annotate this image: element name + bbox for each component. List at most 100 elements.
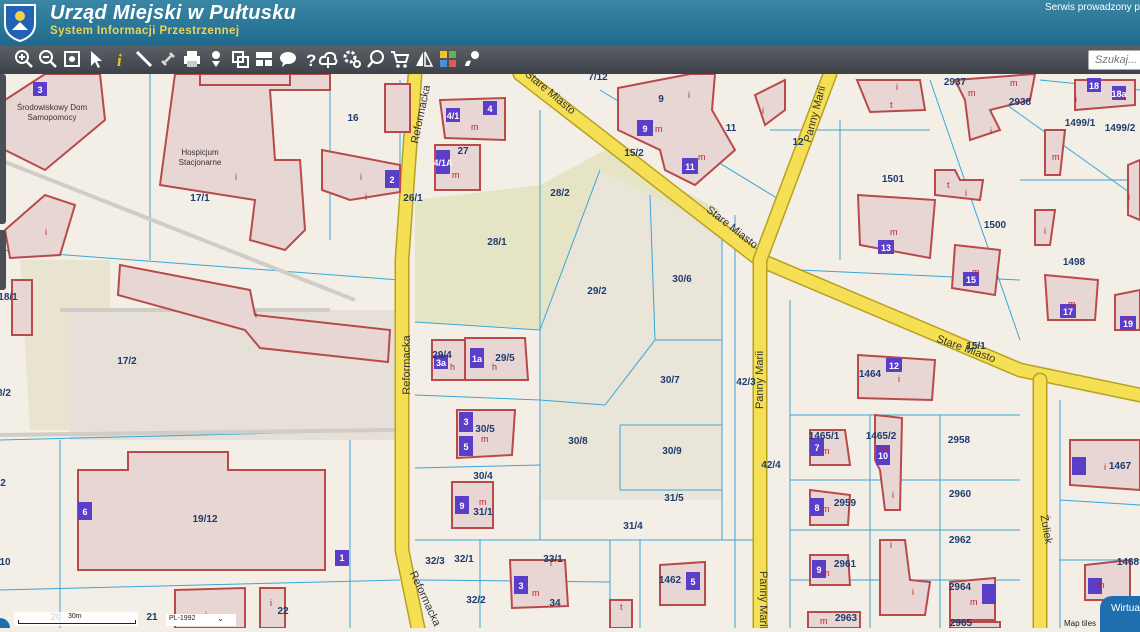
parcel-label: 2938 — [1009, 97, 1032, 108]
svg-text:i: i — [117, 51, 122, 69]
parcel-label: 34 — [549, 598, 561, 609]
svg-text:m: m — [698, 152, 706, 162]
cadastral-map[interactable]: ii ii mmi h hm mmi mmi mmm mmi mit iit i mi… — [0, 74, 1140, 628]
svg-text:i: i — [1044, 226, 1046, 236]
parcel-label: 22 — [277, 606, 289, 617]
parcel-label: 30/7 — [660, 375, 680, 386]
parcel-label: 2964 — [949, 582, 972, 593]
building-number-label: 10 — [878, 451, 888, 461]
svg-text:m: m — [822, 504, 830, 514]
parcel-label: 2961 — [834, 559, 857, 570]
parcel-label: 1468 — [1117, 557, 1140, 568]
parcel-label: 1498 — [1063, 257, 1086, 268]
parcel-label: 32/3 — [425, 556, 445, 567]
building-number-label: 11 — [685, 162, 695, 172]
parcel-label: 30/8 — [568, 436, 588, 447]
parcel-label: 29/4 — [432, 350, 452, 361]
parcel-label: 2959 — [834, 498, 857, 509]
parcel-label: 1462 — [659, 575, 682, 586]
side-panel-tab-2[interactable] — [0, 230, 6, 290]
link-icon[interactable] — [158, 49, 178, 71]
place-label: Stacjonarne — [179, 158, 222, 167]
comment-icon[interactable] — [278, 49, 298, 71]
coat-of-arms-logo — [2, 2, 38, 43]
scale-line — [18, 620, 136, 624]
building-number-label: 6 — [82, 507, 87, 517]
parcel-label: 1501 — [882, 174, 905, 185]
chevron-down-icon: ⌄ — [217, 614, 224, 623]
building-number-label: 5 — [690, 577, 695, 587]
zoom-in-icon[interactable] — [14, 49, 34, 71]
building-number-label: 15 — [966, 275, 976, 285]
parcel-label: 29/5 — [495, 353, 515, 364]
place-label: Samopomocy — [28, 113, 77, 122]
service-note: Serwis prowadzony p — [1044, 2, 1140, 13]
parcel-label: 1465/1 — [809, 431, 840, 442]
svg-text:m: m — [1052, 152, 1060, 162]
parcel-label: 31/1 — [473, 507, 493, 518]
place-label: Środowiskowy Dom — [17, 103, 88, 112]
virtual-assistant-button[interactable]: Wirtua — [1100, 596, 1140, 632]
zoom-out-icon[interactable] — [38, 49, 58, 71]
flip-icon[interactable] — [414, 49, 434, 71]
svg-text:m: m — [452, 170, 460, 180]
cloud-upload-icon[interactable] — [318, 49, 338, 71]
parcel-label: 7/12 — [588, 74, 608, 83]
svg-text:i: i — [896, 82, 898, 92]
export-icon[interactable] — [230, 49, 250, 71]
svg-text:i: i — [912, 587, 914, 597]
svg-text:i: i — [270, 598, 272, 608]
search-zoom-icon[interactable] — [366, 49, 386, 71]
pin-icon[interactable] — [206, 49, 226, 71]
search-input[interactable] — [1088, 50, 1140, 70]
settings-icon[interactable] — [342, 49, 362, 71]
scale-label: 30m — [68, 613, 82, 620]
street-label: Reformacka — [401, 334, 413, 394]
parcel-label: 21 — [146, 612, 158, 623]
cart-icon[interactable] — [390, 49, 410, 71]
user-location-icon[interactable] — [462, 49, 482, 71]
svg-text:i: i — [990, 126, 992, 136]
parcel-label: 31/5 — [664, 493, 684, 504]
parcel-label: 17/1 — [190, 193, 210, 204]
svg-text:?: ? — [306, 51, 316, 69]
parcel-label: 26/1 — [403, 193, 423, 204]
svg-text:i: i — [1075, 94, 1077, 104]
place-label: Hospicjum — [181, 148, 219, 157]
svg-text:i: i — [898, 374, 900, 384]
building-number-label: 18 — [1089, 81, 1099, 91]
parcel-label: 2937 — [944, 77, 967, 88]
svg-text:m: m — [655, 124, 663, 134]
svg-text:m: m — [532, 588, 540, 598]
parcel-label: 11 — [726, 123, 737, 134]
svg-text:i: i — [965, 188, 967, 198]
svg-text:m: m — [471, 122, 479, 132]
parcel-label: 1499/1 — [1065, 118, 1096, 129]
print-icon[interactable] — [182, 49, 202, 71]
parcel-label: 2962 — [949, 535, 972, 546]
parcel-label: 30/6 — [672, 274, 692, 285]
parcel-label: 32/2 — [466, 595, 486, 606]
svg-text:i: i — [235, 172, 237, 182]
select-pointer-icon[interactable] — [86, 49, 106, 71]
building-number-label: 9 — [816, 565, 821, 575]
parcel-label: 27 — [457, 146, 469, 157]
layers-grid-icon[interactable] — [438, 49, 458, 71]
side-panel-tab[interactable] — [0, 74, 6, 224]
map-view[interactable]: iiii mmi hhm mmi mmi mmm mmi mit iit imi… — [0, 74, 1140, 628]
info-icon[interactable]: i — [110, 49, 130, 71]
crs-select[interactable]: PL-1992 ⌄ — [166, 614, 236, 626]
layout-icon[interactable] — [254, 49, 274, 71]
parcel-label: 32/1 — [454, 554, 474, 565]
street-label: Panny Marii — [754, 351, 766, 409]
building-number-label: 3 — [463, 417, 468, 427]
zoom-extent-icon[interactable] — [62, 49, 82, 71]
parcel-label: 17/2 — [117, 356, 137, 367]
app-header: Urząd Miejski w Pułtusku System Informac… — [0, 0, 1140, 46]
measure-ruler-icon[interactable] — [134, 49, 154, 71]
svg-text:i: i — [255, 310, 257, 320]
building-number-label: 4/1 — [447, 111, 460, 121]
svg-text:m: m — [890, 227, 898, 237]
parcel-label: 42/4 — [761, 460, 781, 471]
parcel-label: 2963 — [835, 613, 858, 624]
